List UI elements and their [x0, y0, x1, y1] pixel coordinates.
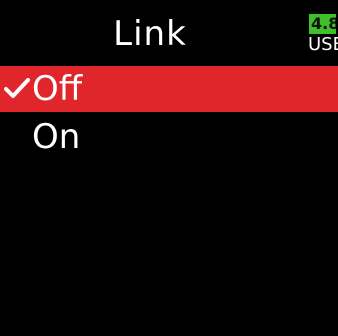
checkmark-icon — [2, 66, 32, 112]
option-label: Off — [32, 69, 83, 109]
option-list: Off On — [0, 66, 338, 162]
header: Link 4.8 USB — [0, 0, 338, 62]
option-on[interactable]: On — [0, 114, 338, 160]
page-title: Link — [113, 14, 187, 54]
option-label: On — [32, 117, 81, 157]
option-off[interactable]: Off — [0, 66, 338, 112]
screen: Link 4.8 USB Off On — [0, 0, 338, 336]
battery-voltage: 4.8 — [311, 14, 336, 33]
status-area: 4.8 USB — [306, 14, 338, 58]
battery-icon: 4.8 — [308, 14, 336, 34]
power-source-label: USB — [308, 34, 338, 55]
